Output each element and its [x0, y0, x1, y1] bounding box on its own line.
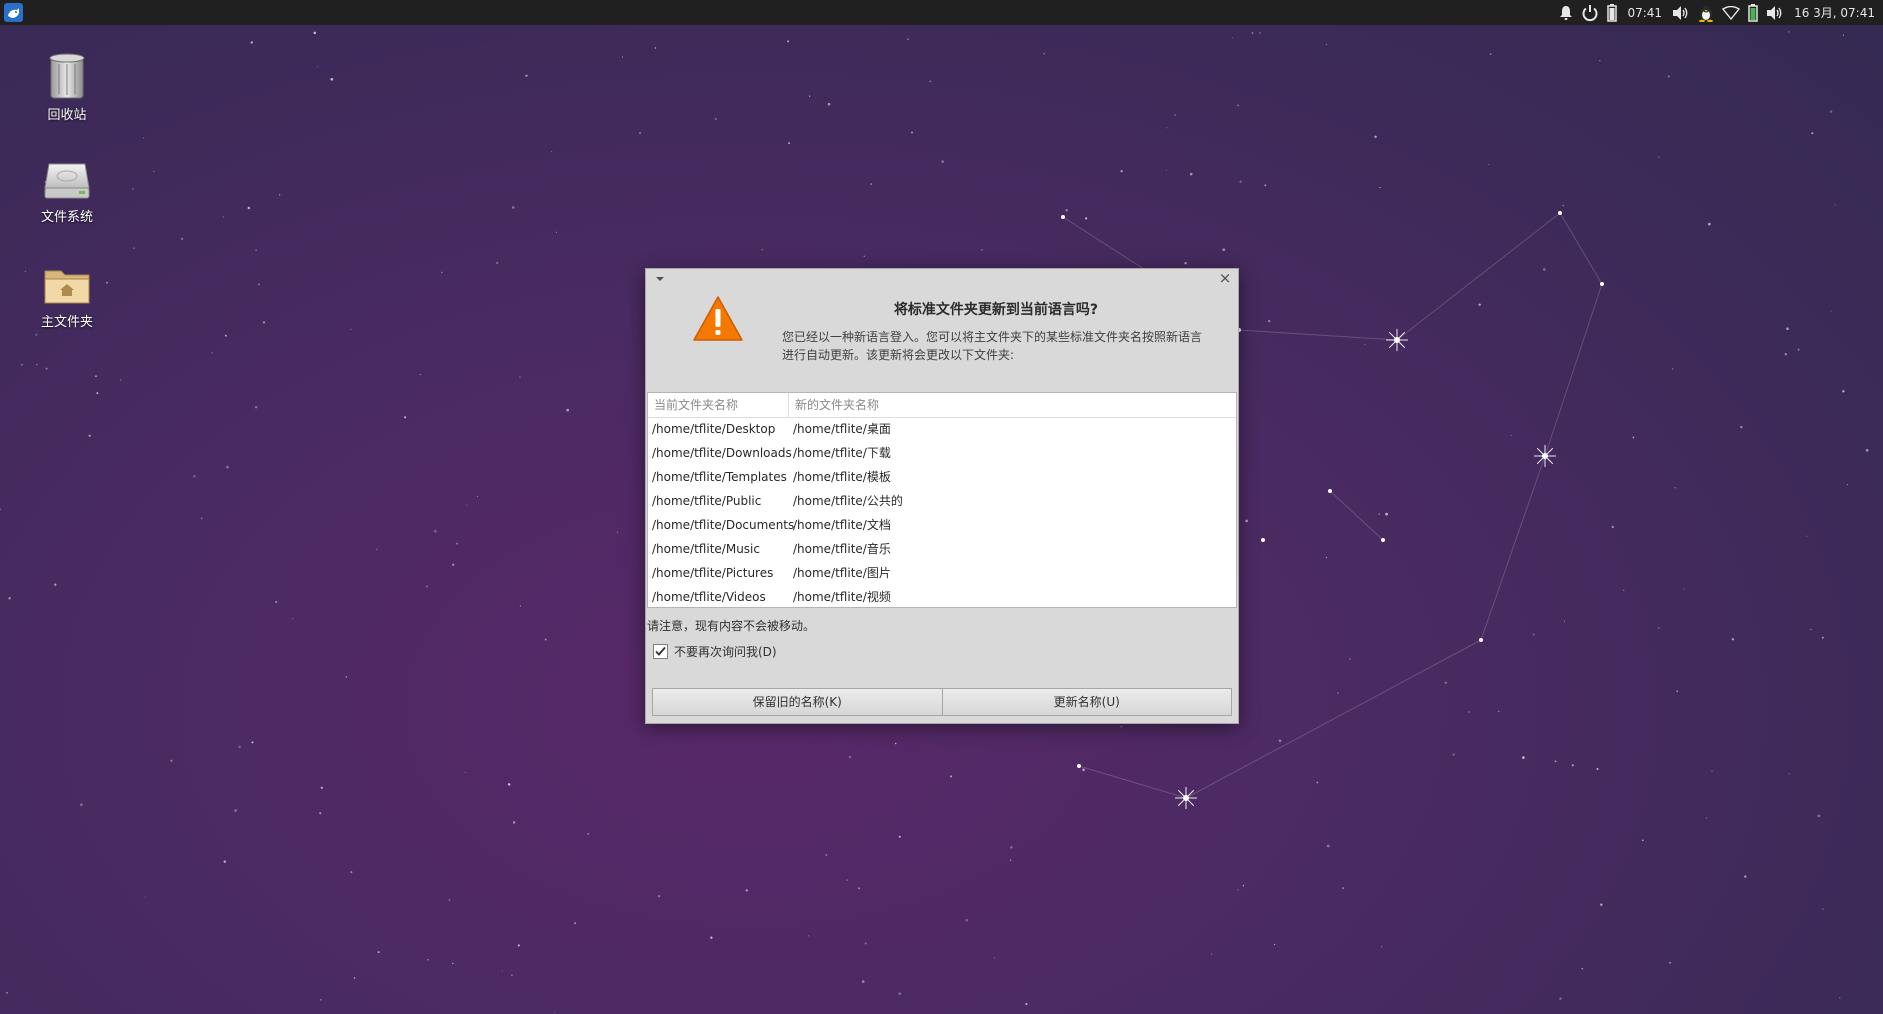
dialog-description: 您已经以一种新语言登入。您可以将主文件夹下的某些标准文件夹名按照新语言进行自动更…	[782, 330, 1203, 362]
table-row[interactable]: /home/tflite/Documents /home/tflite/文档	[648, 513, 1236, 537]
column-header-new[interactable]: 新的文件夹名称	[795, 393, 879, 417]
table-row[interactable]: /home/tflite/Music /home/tflite/音乐	[648, 537, 1236, 561]
desktop-icon-filesystem[interactable]: 文件系统	[17, 160, 117, 225]
folder-rename-table[interactable]: 当前文件夹名称 新的文件夹名称 /home/tflite/Desktop /ho…	[647, 392, 1237, 608]
volume-secondary-icon[interactable]	[1766, 0, 1784, 25]
desktop-icon-label: 回收站	[47, 108, 87, 123]
home-folder-icon	[44, 270, 90, 304]
content-not-moved-note: 请注意，现有内容不会被移动。	[647, 619, 816, 633]
column-header-current[interactable]: 当前文件夹名称	[654, 393, 738, 417]
volume-icon[interactable]	[1672, 0, 1690, 25]
current-folder-cell: /home/tflite/Desktop	[652, 422, 776, 436]
current-folder-cell: /home/tflite/Downloads	[652, 446, 792, 460]
trash-icon	[49, 53, 85, 99]
notification-bell-icon[interactable]	[1559, 0, 1573, 25]
new-folder-cell: /home/tflite/文档	[793, 518, 891, 532]
xfce-menu-icon[interactable]	[4, 3, 23, 22]
checkmark-icon	[655, 646, 666, 656]
power-icon[interactable]	[1581, 0, 1599, 25]
update-folders-dialog: × 将标准文件夹更新到当前语言吗? 您已经以一种新语言登入。您可以将主文件夹下的…	[645, 268, 1239, 724]
column-divider	[788, 393, 789, 417]
new-folder-cell: /home/tflite/音乐	[793, 542, 891, 556]
panel-clock[interactable]: 07:41	[1627, 0, 1662, 25]
close-button[interactable]: ×	[1218, 271, 1232, 286]
window-menu-arrow-icon[interactable]	[654, 273, 666, 285]
keep-old-names-button[interactable]: 保留旧的名称(K)	[652, 688, 943, 716]
table-row[interactable]: /home/tflite/Videos /home/tflite/视频	[648, 585, 1236, 609]
checkbox-label: 不要再次询问我(D)	[674, 645, 777, 659]
current-folder-cell: /home/tflite/Documents	[652, 518, 795, 532]
current-folder-cell: /home/tflite/Templates	[652, 470, 787, 484]
warning-icon	[693, 296, 743, 341]
table-row[interactable]: /home/tflite/Desktop /home/tflite/桌面	[648, 417, 1236, 441]
table-row[interactable]: /home/tflite/Pictures /home/tflite/图片	[648, 561, 1236, 585]
current-folder-cell: /home/tflite/Music	[652, 542, 760, 556]
current-folder-cell: /home/tflite/Pictures	[652, 566, 774, 580]
battery-icon[interactable]	[1607, 0, 1618, 25]
desktop-icon-trash[interactable]: 回收站	[17, 50, 117, 123]
dialog-heading: 将标准文件夹更新到当前语言吗?	[893, 302, 1099, 318]
dialog-button-row: 保留旧的名称(K) 更新名称(U)	[652, 688, 1232, 716]
tux-penguin-icon[interactable]	[1698, 0, 1714, 25]
checkbox-box[interactable]	[653, 644, 668, 659]
desktop-icon-home[interactable]: 主文件夹	[17, 265, 117, 330]
new-folder-cell: /home/tflite/模板	[793, 470, 891, 484]
wifi-icon[interactable]	[1722, 0, 1741, 25]
desktop-icon-label: 主文件夹	[40, 315, 93, 330]
current-folder-cell: /home/tflite/Public	[652, 494, 762, 508]
drive-icon	[44, 163, 90, 199]
new-folder-cell: /home/tflite/图片	[793, 566, 891, 580]
update-names-button[interactable]: 更新名称(U)	[942, 688, 1232, 716]
new-folder-cell: /home/tflite/公共的	[793, 494, 903, 508]
desktop-icon-label: 文件系统	[40, 210, 93, 225]
table-row[interactable]: /home/tflite/Public /home/tflite/公共的	[648, 489, 1236, 513]
system-tray: 07:41 16 3月, 07:41	[1555, 0, 1883, 25]
top-panel: 07:41 16 3月, 07:41	[0, 0, 1883, 25]
dialog-titlebar[interactable]: ×	[646, 269, 1238, 289]
dont-ask-again-checkbox[interactable]: 不要再次询问我(D)	[653, 643, 777, 660]
desktop-background: 07:41 16 3月, 07:41 回收站 文件系统 主文件夹 × 将标准文件…	[0, 0, 1883, 1014]
table-row[interactable]: /home/tflite/Templates /home/tflite/模板	[648, 465, 1236, 489]
table-header: 当前文件夹名称 新的文件夹名称	[648, 393, 1236, 418]
panel-datetime[interactable]: 16 3月, 07:41	[1794, 0, 1875, 25]
new-folder-cell: /home/tflite/桌面	[793, 422, 891, 436]
new-folder-cell: /home/tflite/视频	[793, 590, 891, 604]
table-row[interactable]: /home/tflite/Downloads /home/tflite/下载	[648, 441, 1236, 465]
new-folder-cell: /home/tflite/下载	[793, 446, 891, 460]
battery-charge-icon[interactable]	[1748, 0, 1758, 25]
current-folder-cell: /home/tflite/Videos	[652, 590, 766, 604]
